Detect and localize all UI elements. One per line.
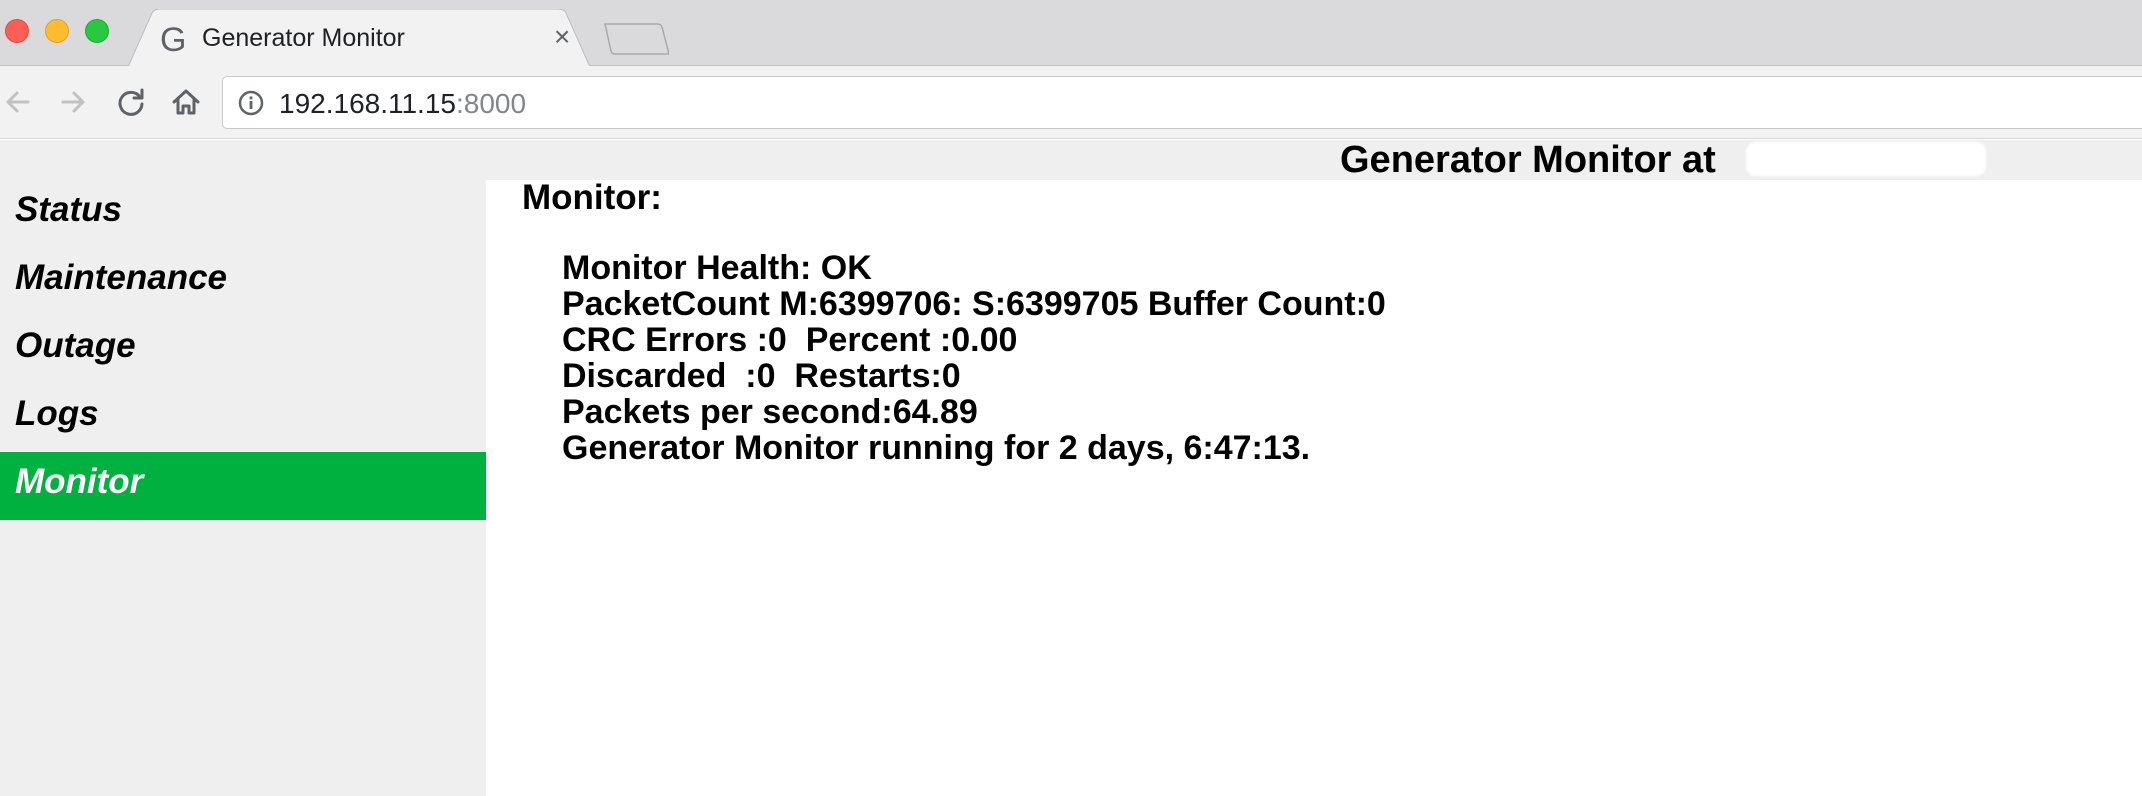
page-header: Generator Monitor at: [0, 140, 2142, 180]
sidebar-item-logs[interactable]: Logs: [0, 384, 486, 452]
browser-tab[interactable]: G Generator Monitor ×: [128, 9, 590, 67]
browser-tabstrip: G Generator Monitor ×: [0, 0, 2142, 67]
section-heading: Monitor:: [522, 178, 662, 217]
redacted-site-name: [1746, 142, 1986, 176]
url-host: 192.168.11.15: [279, 88, 456, 119]
sidebar-item-maintenance[interactable]: Maintenance: [0, 248, 486, 316]
sidebar-item-status[interactable]: Status: [0, 180, 486, 248]
url-text[interactable]: 192.168.11.15:8000: [279, 88, 526, 120]
tab-title: Generator Monitor: [202, 24, 405, 52]
browser-toolbar: 192.168.11.15:8000: [0, 66, 2142, 139]
sidebar-item-label: Maintenance: [15, 258, 227, 297]
home-icon: [172, 89, 200, 115]
packet-count: PacketCount M:6399706: S:6399705 Buffer …: [562, 285, 1386, 323]
address-bar[interactable]: 192.168.11.15:8000: [222, 76, 2142, 129]
new-tab-button[interactable]: [603, 22, 669, 56]
sidebar-item-label: Logs: [15, 394, 99, 433]
packets-per-second: Packets per second:64.89: [562, 393, 978, 431]
favicon-icon: G: [160, 21, 187, 59]
crc-errors: CRC Errors :0 Percent :0.00: [562, 321, 1018, 359]
forward-arrow-icon: [61, 91, 85, 113]
window-minimize-button[interactable]: [45, 19, 69, 43]
back-button[interactable]: [0, 84, 36, 120]
monitor-panel: Monitor: Monitor Health: OK PacketCount …: [486, 178, 2142, 796]
sidebar-item-label: Monitor: [15, 462, 144, 501]
reload-icon: [118, 88, 144, 116]
sidebar-nav: Status Maintenance Outage Logs Monitor: [0, 180, 486, 796]
forward-button[interactable]: [55, 84, 91, 120]
sidebar-item-monitor[interactable]: Monitor: [0, 452, 486, 520]
tab-close-icon[interactable]: ×: [554, 23, 570, 51]
page-title: Generator Monitor at: [1340, 139, 1716, 181]
sidebar-item-outage[interactable]: Outage: [0, 316, 486, 384]
sidebar-item-label: Status: [15, 190, 122, 229]
page: Generator Monitor at Status Maintenance …: [0, 140, 2142, 796]
monitor-stats: Monitor Health: OK PacketCount M:6399706…: [562, 250, 1386, 466]
info-icon[interactable]: [238, 90, 264, 116]
discarded-restarts: Discarded :0 Restarts:0: [562, 357, 961, 395]
monitor-health: Monitor Health: OK: [562, 249, 872, 287]
home-button[interactable]: [168, 84, 204, 120]
url-port: :8000: [455, 88, 527, 119]
window-maximize-button[interactable]: [85, 19, 109, 43]
uptime: Generator Monitor running for 2 days, 6:…: [562, 429, 1311, 467]
window-close-button[interactable]: [5, 19, 29, 43]
back-arrow-icon: [6, 91, 30, 113]
reload-button[interactable]: [113, 84, 149, 120]
sidebar-item-label: Outage: [15, 326, 136, 365]
